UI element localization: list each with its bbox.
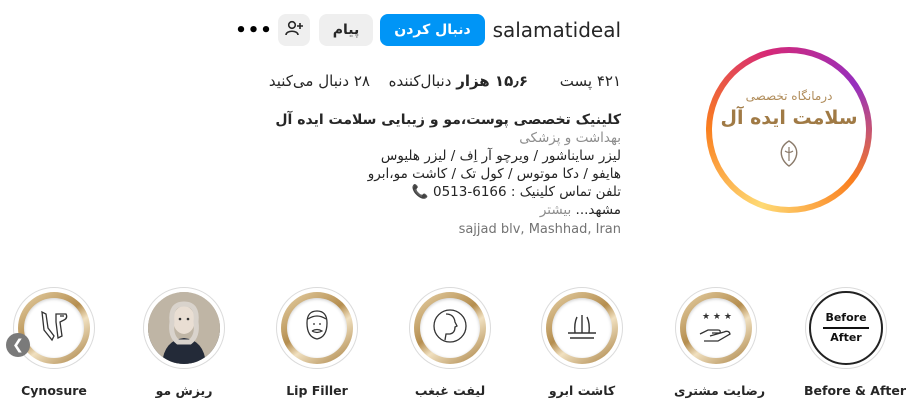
highlight-label: لیفت غبغب: [414, 383, 486, 398]
highlight-label: رضایت مشتری: [674, 383, 766, 398]
profile-avatar[interactable]: درمانگاه تخصصی سلامت ایده آل: [706, 47, 872, 213]
username: salamatideal: [492, 18, 621, 42]
highlight-label: Cynosure: [21, 383, 87, 398]
highlight-chin-lift[interactable]: لیفت غبغب: [408, 287, 492, 398]
laser-device-icon: [34, 306, 74, 350]
more-icon: •••: [235, 19, 273, 41]
add-user-icon: [285, 20, 303, 40]
woman-photo: [148, 292, 220, 364]
logo-subtitle: درمانگاه تخصصی: [745, 89, 833, 103]
followers-stat[interactable]: ۱۵٫۶ هزار دنبال‌کننده: [389, 72, 528, 90]
avatar-logo: درمانگاه تخصصی سلامت ایده آل: [712, 53, 866, 207]
followers-label: دنبال‌کننده: [388, 72, 452, 90]
more-options-button[interactable]: •••: [235, 14, 273, 46]
add-user-button[interactable]: [278, 14, 310, 46]
highlight-lip-filler[interactable]: Lip Filler: [275, 287, 359, 398]
profile-bio: کلینیک تخصصی پوست،مو و زیبایی سلامت ایده…: [275, 111, 621, 239]
posts-count: ۴۲۱: [596, 72, 621, 90]
before-after-badge: Before After: [809, 291, 883, 365]
bio-line-1: لیزر سایناشور / ویرچو آر اِف / لیزر هلیو…: [380, 148, 621, 164]
bio-line-3-wrap: تلفن تماس کلینیک : 6166-0513 📞: [275, 183, 621, 201]
bio-line-2: هایفو / دکا موتوس / کول تک / کاشت مو،ابر…: [367, 166, 621, 182]
eyebrow-implant-icon: [562, 309, 602, 347]
posts-label: پست: [559, 72, 593, 90]
highlight-label: ریزش مو: [155, 383, 213, 398]
scroll-left-button[interactable]: ❮: [6, 333, 30, 357]
after-text: After: [830, 331, 862, 344]
highlight-label: کاشت ابرو: [548, 383, 616, 398]
highlight-eyebrow[interactable]: کاشت ابرو: [540, 287, 624, 398]
bio-name: کلینیک تخصصی پوست،مو و زیبایی سلامت ایده…: [275, 112, 621, 128]
bio-line-4: مشهد...: [575, 202, 621, 218]
posts-stat: ۴۲۱ پست: [560, 72, 621, 90]
highlight-label: Before & After: [804, 383, 907, 398]
follow-button[interactable]: دنبال کردن: [380, 14, 485, 46]
highlight-hair-loss[interactable]: ریزش مو: [142, 287, 226, 398]
chevron-left-icon: ❮: [12, 337, 24, 353]
following-count: ۲۸: [353, 72, 370, 90]
following-label: دنبال می‌کنید: [268, 72, 350, 90]
message-button[interactable]: پیام: [319, 14, 373, 46]
svg-text:★ ★ ★: ★ ★ ★: [702, 312, 732, 322]
face-lips-icon: [297, 305, 337, 351]
face-profile-icon: [430, 306, 470, 350]
following-stat[interactable]: ۲۸ دنبال می‌کنید: [269, 72, 370, 90]
bio-line-3: تلفن تماس کلینیک : 6166-0513: [433, 184, 621, 200]
highlight-before-after[interactable]: Before After Before & After: [804, 287, 907, 398]
logo-title: سلامت ایده آل: [720, 107, 858, 129]
bio-line-4-wrap: مشهد... بیشتر: [275, 201, 621, 219]
highlight-satisfaction[interactable]: ★ ★ ★ رضایت مشتری: [674, 287, 766, 398]
logo-emblem-icon: [776, 139, 802, 173]
highlight-label: Lip Filler: [286, 383, 348, 398]
hand-stars-icon: ★ ★ ★: [696, 308, 736, 348]
followers-count: ۱۵٫۶ هزار: [456, 72, 528, 90]
before-text: Before: [825, 311, 867, 324]
phone-icon: 📞: [411, 184, 429, 200]
bio-more-link[interactable]: بیشتر: [540, 202, 571, 218]
bio-location[interactable]: sajjad blv, Mashhad, Iran: [275, 221, 621, 239]
bio-category: بهداشت و پزشکی: [519, 130, 621, 146]
